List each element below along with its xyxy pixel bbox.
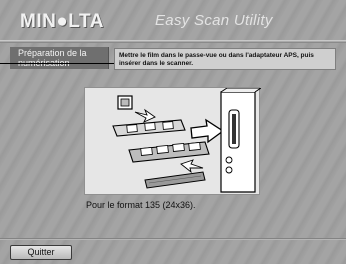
- header-divider: [0, 40, 346, 43]
- title-bar: MIN●LTA Easy Scan Utility: [0, 0, 346, 40]
- scanner-icon: [220, 88, 261, 193]
- step-indicator: Préparation de la numérisation: [10, 47, 109, 69]
- instruction-text: Mettre le film dans le passe-vue ou dans…: [119, 52, 314, 67]
- footer-divider: [0, 238, 346, 240]
- arrow-icon: [180, 159, 204, 174]
- slide-mount-icon: [117, 95, 133, 110]
- film-holder-drawing: [112, 88, 261, 193]
- app-title: Easy Scan Utility: [155, 12, 273, 29]
- format-caption: Pour le format 135 (24x36).: [86, 200, 196, 210]
- insert-arrow-icon: [190, 118, 225, 144]
- film-strip-icon: [144, 171, 206, 189]
- film-strip-holder-icon: [128, 141, 210, 163]
- brand-logo: MIN●LTA: [20, 11, 104, 32]
- slide-holder-icon: [112, 119, 186, 137]
- step-pointer-line: [0, 63, 114, 64]
- arrow-icon: [134, 108, 156, 123]
- quit-button[interactable]: Quitter: [10, 245, 72, 260]
- step-label: Préparation de la numérisation: [18, 48, 87, 68]
- instruction-box: Mettre le film dans le passe-vue ou dans…: [114, 48, 336, 70]
- film-insertion-illustration: [84, 87, 261, 195]
- app-window: MIN●LTA Easy Scan Utility Préparation de…: [0, 0, 346, 264]
